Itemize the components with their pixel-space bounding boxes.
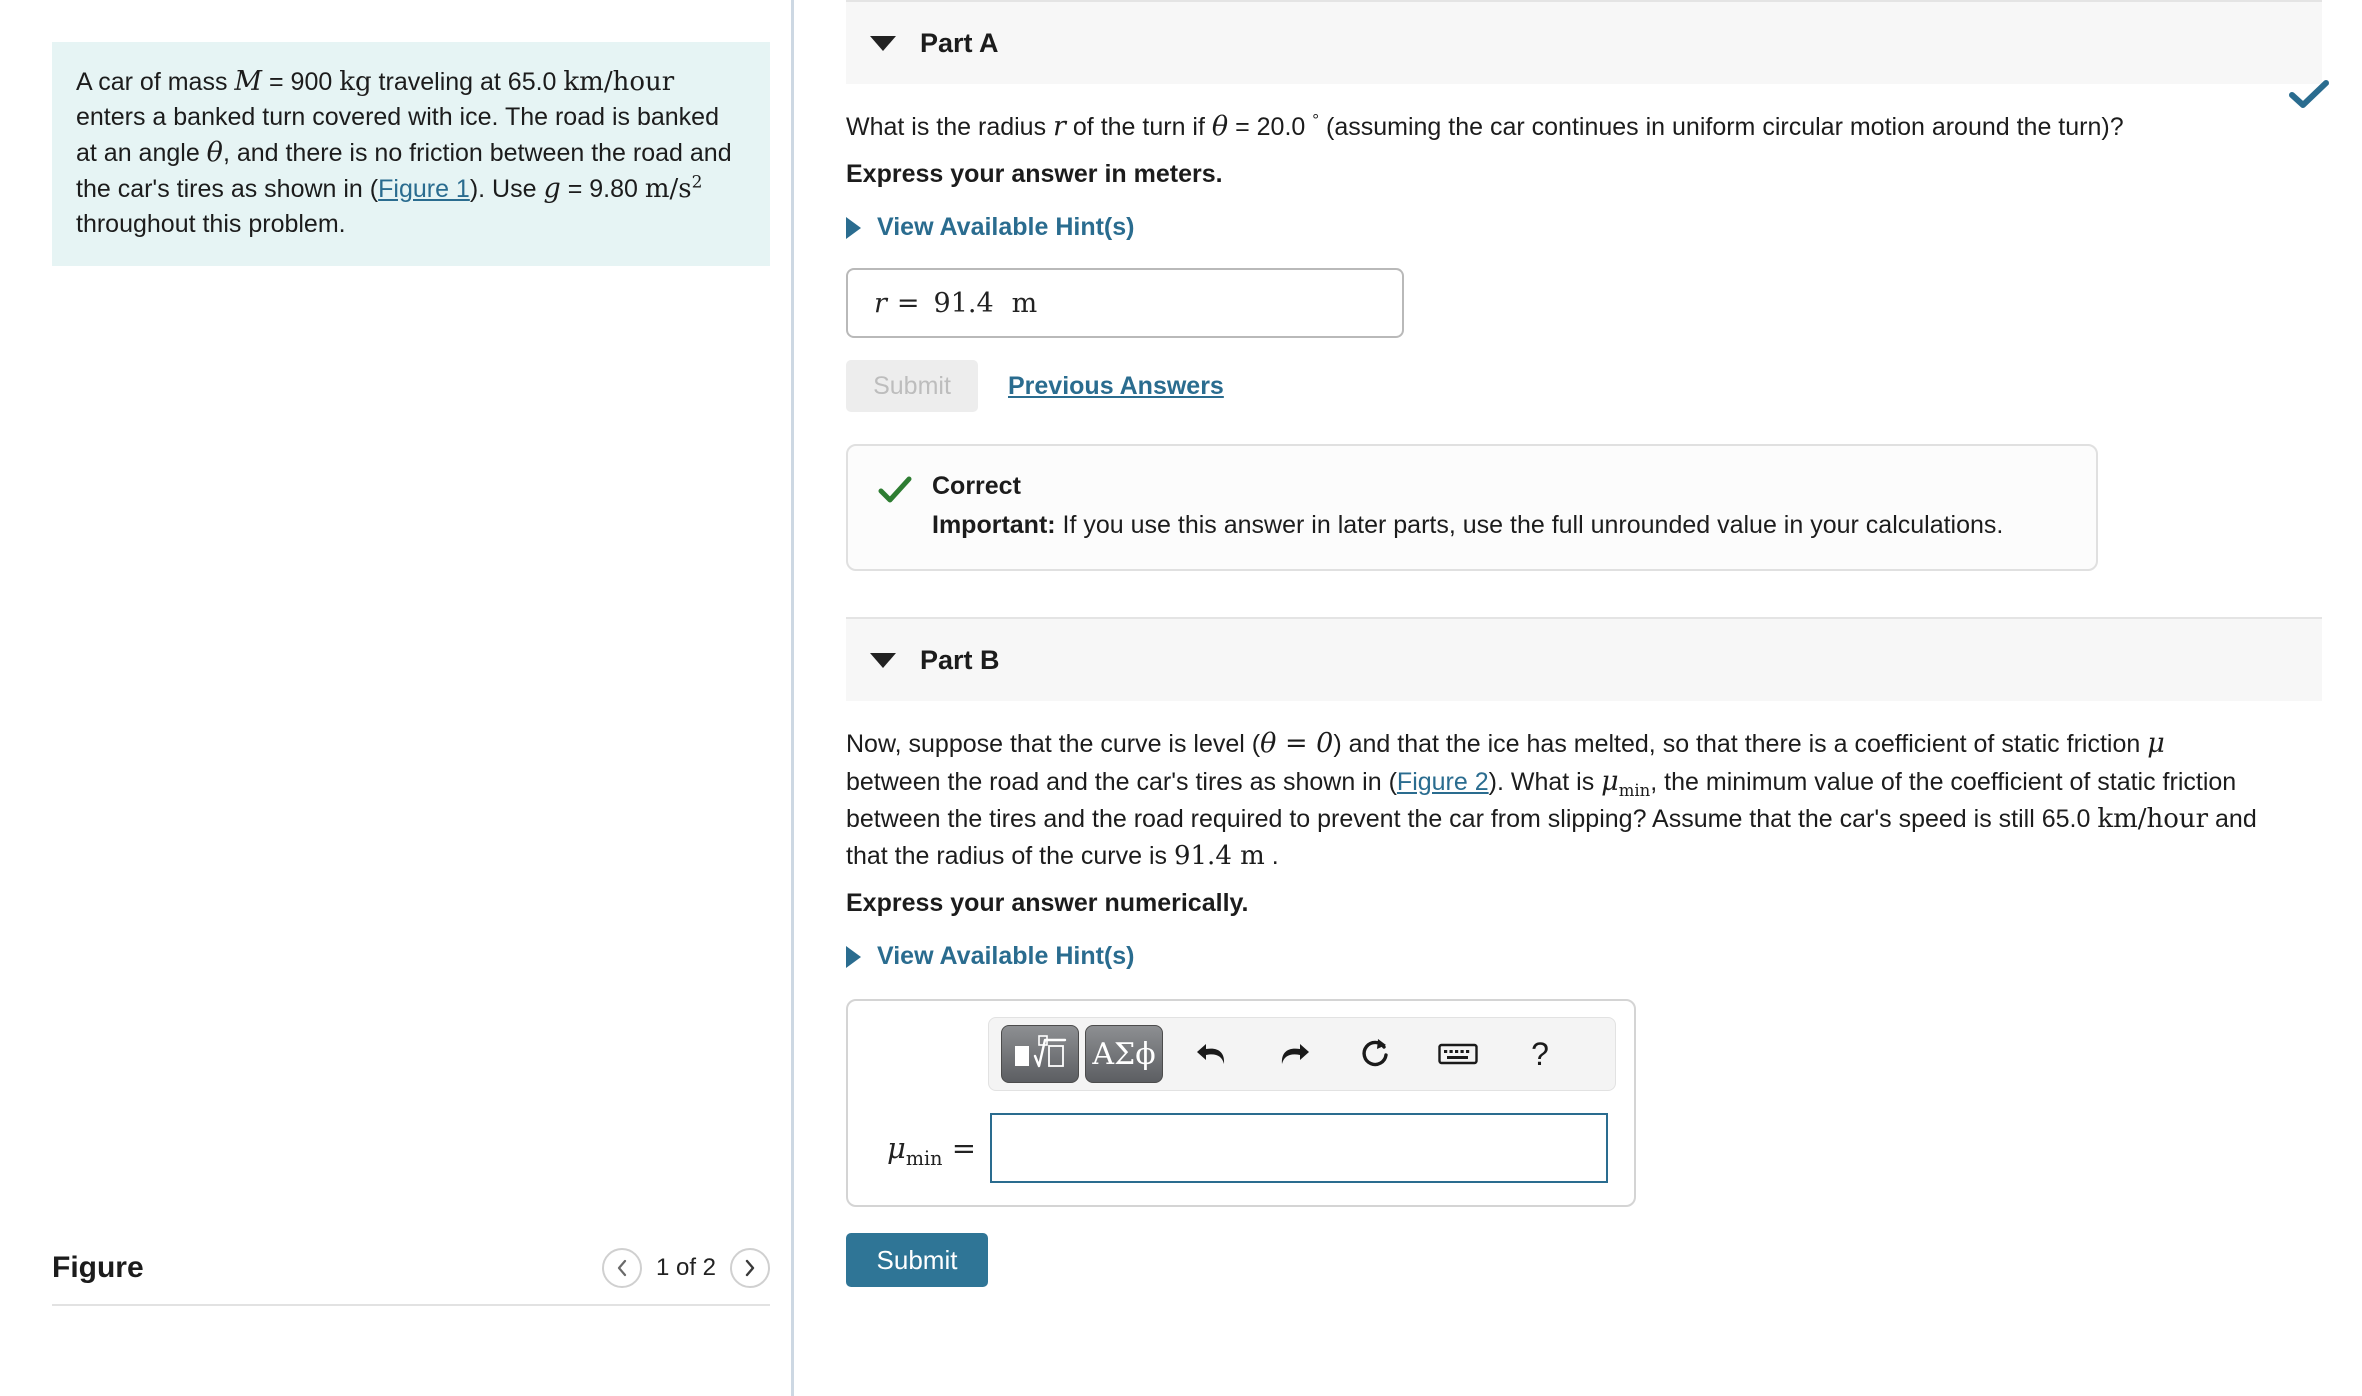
- chevron-right-icon[interactable]: [730, 1248, 770, 1288]
- part-a-feedback: Correct Important: If you use this answe…: [846, 444, 2098, 571]
- part-b-mu-subscript: min: [905, 1146, 943, 1170]
- part-b-answer-row: μmin =: [866, 1113, 1616, 1183]
- part-b-hint-toggle[interactable]: View Available Hint(s): [846, 942, 1166, 971]
- part-a-header[interactable]: Part A: [846, 0, 2322, 84]
- problem-text-2: = 900: [262, 68, 340, 96]
- part-a-status-badge: [2286, 78, 2332, 110]
- qa-text-3: (assuming the car continues in uniform c…: [1319, 113, 2124, 141]
- template-math-icon[interactable]: [1001, 1025, 1079, 1083]
- qb-text-4: ). What is: [1488, 768, 1602, 796]
- qb-theta-zero: θ = 0: [1260, 728, 1334, 759]
- angle-symbol: θ: [206, 137, 223, 168]
- part-a-submit-button: Submit: [846, 360, 978, 412]
- caret-right-icon[interactable]: [846, 945, 861, 968]
- part-a-hint-toggle[interactable]: View Available Hint(s): [846, 213, 1166, 242]
- part-a-feedback-body: Important: If you use this answer in lat…: [932, 509, 2003, 541]
- part-b-equals: =: [951, 1131, 976, 1165]
- part-a-title: Part A: [920, 27, 999, 58]
- part-b-title: Part B: [920, 644, 1000, 675]
- figure-header-row: Figure 1 of 2: [52, 1240, 770, 1296]
- problem-text-7: = 9.80: [560, 175, 645, 203]
- part-b-body: Now, suppose that the curve is level (θ …: [846, 701, 2322, 1287]
- figure-title: Figure: [52, 1251, 144, 1284]
- figure-panel: Figure 1 of 2: [52, 1240, 770, 1306]
- keyboard-icon[interactable]: [1425, 1025, 1491, 1083]
- part-a-question: What is the radius r of the turn if θ = …: [846, 84, 2322, 146]
- part-a-hint-label[interactable]: View Available Hint(s): [877, 213, 1134, 242]
- theta-symbol: θ: [1211, 111, 1229, 142]
- undo-arrow-icon[interactable]: [1179, 1025, 1245, 1083]
- figure-2-link[interactable]: Figure 2: [1397, 768, 1489, 796]
- qa-angle: = 20.0: [1228, 113, 1313, 141]
- part-b-answer-label: μmin =: [866, 1131, 990, 1168]
- part-a-body: What is the radius r of the turn if θ = …: [846, 84, 2322, 571]
- caret-right-icon[interactable]: [846, 216, 861, 239]
- part-b-answer-input[interactable]: [990, 1113, 1608, 1183]
- part-b-question: Now, suppose that the curve is level (θ …: [846, 701, 2266, 875]
- part-b-header[interactable]: Part B: [846, 617, 2322, 701]
- mu-min-symbol: μ: [1601, 766, 1619, 797]
- problem-page: A car of mass M = 900 kg traveling at 65…: [0, 0, 2362, 1396]
- part-a-feedback-text: If you use this answer in later parts, u…: [1055, 511, 2004, 539]
- reset-circular-arrow-icon[interactable]: [1343, 1025, 1409, 1083]
- check-icon: [2289, 80, 2329, 108]
- math-toolbar: ΑΣϕ ?: [988, 1017, 1616, 1091]
- part-a-feedback-title: Correct: [932, 472, 1021, 500]
- problem-text-8: throughout this problem.: [76, 210, 346, 238]
- gravity-symbol: g: [543, 173, 561, 204]
- mass-unit: kg: [339, 67, 372, 97]
- figure-counter: 1 of 2: [655, 1254, 716, 1281]
- figure-navigation: 1 of 2: [601, 1248, 770, 1288]
- mu-symbol: μ: [2147, 728, 2165, 759]
- figure-1-link[interactable]: Figure 1: [378, 175, 470, 203]
- redo-arrow-icon[interactable]: [1261, 1025, 1327, 1083]
- qa-text-2: of the turn if: [1065, 113, 1212, 141]
- qb-speed-unit: km/hour: [2097, 804, 2209, 834]
- gravity-unit: m/s: [644, 174, 692, 204]
- problem-text-3: traveling at 65.0: [371, 68, 564, 96]
- part-a-answer-unit: m: [1011, 287, 1038, 319]
- problem-text-1: A car of mass: [76, 68, 235, 96]
- qb-text-7: .: [1264, 842, 1279, 870]
- problem-statement: A car of mass M = 900 kg traveling at 65…: [52, 42, 770, 266]
- part-a-answer-value: 91.4: [933, 287, 994, 319]
- greek-symbols-icon[interactable]: ΑΣϕ: [1085, 1025, 1163, 1083]
- gravity-exponent: 2: [691, 172, 703, 193]
- radius-symbol: r: [1053, 111, 1066, 142]
- qb-text-3: between the road and the car's tires as …: [846, 768, 1397, 796]
- part-a-express-instruction: Express your answer in meters.: [846, 160, 1223, 188]
- part-b-hint-label[interactable]: View Available Hint(s): [877, 942, 1134, 971]
- caret-down-icon[interactable]: [870, 35, 896, 51]
- chevron-left-icon[interactable]: [601, 1248, 642, 1288]
- mu-min-subscript: min: [1618, 781, 1651, 800]
- part-a-answer-equals: =: [896, 287, 920, 319]
- mass-symbol: M: [234, 66, 263, 97]
- qb-radius-value: 91.4 m: [1173, 841, 1265, 871]
- figure-divider: [52, 1304, 770, 1306]
- part-b-express-instruction: Express your answer numerically.: [846, 889, 1249, 917]
- part-a-answer-symbol: r: [874, 287, 887, 319]
- caret-down-icon[interactable]: [870, 652, 896, 668]
- problem-text-6: ). Use: [469, 175, 544, 203]
- part-a-answer-display[interactable]: r = 91.4 m: [846, 268, 1404, 338]
- part-a-button-row: Submit Previous Answers: [846, 360, 2322, 412]
- left-panel: A car of mass M = 900 kg traveling at 65…: [0, 0, 794, 1396]
- right-panel: Part A What is the radius r of the turn …: [794, 0, 2362, 1396]
- qb-text-2: ) and that the ice has melted, so that t…: [1333, 730, 2148, 758]
- greek-symbols-label: ΑΣϕ: [1092, 1036, 1156, 1072]
- check-icon: [878, 476, 912, 541]
- qa-text-1: What is the radius: [846, 113, 1054, 141]
- part-b-answer-widget: ΑΣϕ ? μmin =: [846, 999, 1636, 1207]
- speed-unit: km/hour: [563, 67, 675, 97]
- part-a-feedback-important: Important:: [932, 511, 1056, 539]
- part-a-feedback-content: Correct Important: If you use this answe…: [932, 472, 2003, 541]
- help-icon[interactable]: ?: [1507, 1025, 1573, 1083]
- part-b-mu: μ: [887, 1131, 906, 1165]
- part-a-previous-answers-link[interactable]: Previous Answers: [1008, 372, 1224, 401]
- part-b-submit-button[interactable]: Submit: [846, 1233, 988, 1287]
- qb-text-1: Now, suppose that the curve is level (: [846, 730, 1261, 758]
